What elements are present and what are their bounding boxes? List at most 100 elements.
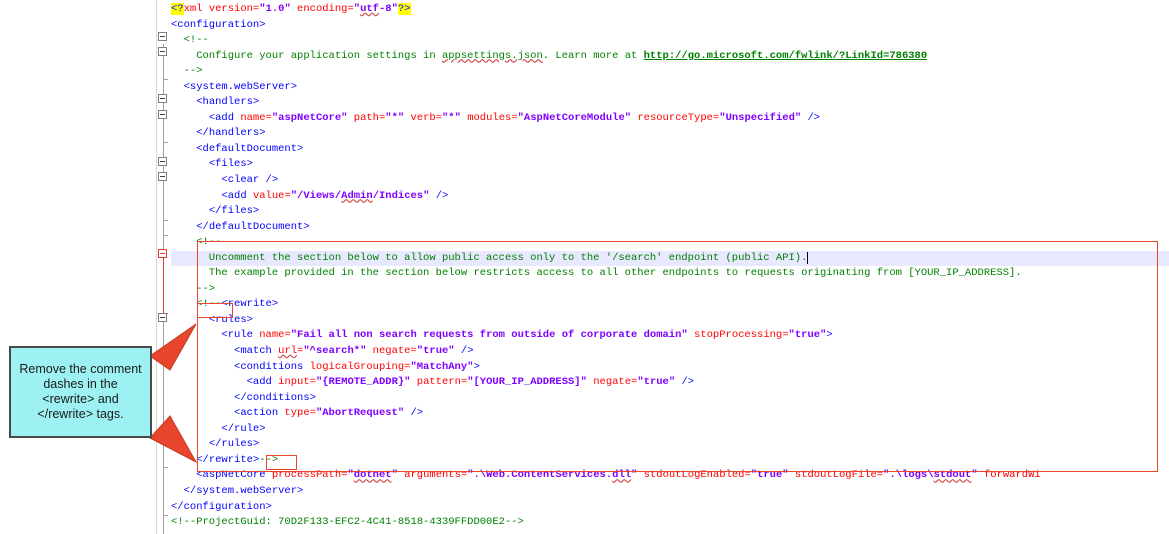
code-line: <configuration> (171, 18, 1169, 34)
comment-dashes-open: <!-- (196, 298, 222, 311)
fold-minus-icon[interactable] (158, 94, 167, 103)
xml-editor[interactable]: <?xml version="1.0" encoding="utf-8"?> <… (156, 0, 1169, 534)
xml-comment: <!--ProjectGuid: 70D2F133-EFC2-4C41-8518… (171, 516, 524, 529)
spellcheck-word: stdout (933, 469, 972, 482)
fold-minus-icon[interactable] (158, 313, 167, 322)
code-line: </conditions> (171, 391, 1169, 407)
fold-minus-icon[interactable] (158, 47, 167, 56)
attribute-name: resourceType= (631, 111, 720, 124)
code-line: <add name="aspNetCore" path="*" verb="*"… (171, 111, 1169, 127)
xml-comment: --> (171, 65, 203, 78)
spellcheck-word: dotnet (353, 469, 392, 482)
attribute-value: -8" (378, 3, 398, 15)
code-lines[interactable]: <?xml version="1.0" encoding="utf-8"?> <… (171, 2, 1169, 531)
attribute-name: stdoutLogFile= (788, 469, 884, 482)
attribute-name: arguments= (397, 469, 468, 482)
attribute-value: "true" (637, 376, 676, 389)
comment-hyperlink[interactable]: http://go.microsoft.com/fwlink/?LinkId=7… (644, 50, 928, 62)
current-line: Uncomment the section below to allow pub… (171, 250, 1169, 267)
code-line: <system.webServer> (171, 80, 1169, 96)
xml-declaration-open: <? (171, 3, 184, 15)
attribute-name: verb= (404, 111, 442, 124)
attribute-value: "/Views/ (290, 189, 342, 202)
xml-tag: </configuration> (171, 500, 272, 513)
attribute-value: "*" (442, 111, 461, 124)
code-line: <conditions logicalGrouping="MatchAny"> (171, 360, 1169, 376)
xml-tag: > (826, 329, 833, 342)
code-line: <handlers> (171, 95, 1169, 111)
code-line: --> (171, 64, 1169, 80)
xml-tag: /> (675, 376, 695, 389)
attribute-name: pattern= (410, 376, 468, 389)
xml-comment: The example provided in the section belo… (171, 267, 1022, 280)
fold-minus-icon[interactable] (158, 249, 167, 258)
code-line: </handlers> (171, 126, 1169, 142)
code-line: </system.webServer> (171, 484, 1169, 500)
code-line: <match url="^search*" negate="true" /> (171, 344, 1169, 360)
fold-end-tick (163, 79, 168, 80)
code-line: <rule name="Fail all non search requests… (171, 328, 1169, 344)
xml-tag: <match (234, 345, 272, 358)
fold-end-tick (163, 142, 168, 143)
attribute-name: type= (278, 407, 316, 420)
xml-tag: </defaultDocument> (196, 220, 310, 233)
code-line: <rules> (171, 313, 1169, 329)
attribute-value: "true" (788, 329, 827, 342)
attribute-name: forwardWi (977, 469, 1041, 482)
attribute-name: path= (347, 111, 386, 124)
code-line: </rule> (171, 422, 1169, 438)
text-caret (807, 251, 809, 264)
code-line: <action type="AbortRequest" /> (171, 406, 1169, 422)
fold-end-tick (163, 467, 168, 468)
fold-guide-line-current (163, 258, 164, 314)
spellcheck-word: dll (612, 469, 632, 482)
fold-minus-icon[interactable] (158, 32, 167, 41)
attribute-value: "AspNetCoreModule" (517, 111, 632, 124)
xml-tag: <clear /> (221, 174, 279, 187)
fold-minus-icon[interactable] (158, 172, 167, 181)
code-line: </rules> (171, 437, 1169, 453)
xml-tag: <add (208, 111, 235, 124)
rewrite-open-tag: <rewrite> (221, 298, 279, 311)
xml-tag: </conditions> (234, 391, 316, 404)
code-line: <defaultDocument> (171, 142, 1169, 158)
xml-tag: <configuration> (171, 18, 266, 31)
attribute-value: "Fail all non search requests from outsi… (290, 329, 688, 342)
fold-minus-icon[interactable] (158, 157, 167, 166)
fold-minus-icon[interactable] (158, 110, 167, 119)
xml-tag: </files> (208, 205, 260, 218)
xml-comment: . Learn more at (542, 49, 644, 62)
attribute-value: "aspNetCore" (271, 111, 348, 124)
xml-comment: <!-- (196, 236, 222, 249)
attribute-value: "{REMOTE_ADDR}" (315, 376, 411, 389)
spellcheck-word: Admin (341, 189, 373, 202)
fold-end-tick (163, 220, 168, 221)
attribute-value: "MatchAny" (410, 360, 474, 373)
attribute-value: "true" (416, 345, 455, 358)
code-line: <clear /> (171, 173, 1169, 189)
attribute-value: ".\logs\ (883, 469, 934, 482)
xml-tag: <rules> (208, 313, 253, 326)
fold-end-tick (163, 235, 168, 236)
attribute-name: name= (234, 111, 272, 124)
xml-tag: </rule> (221, 422, 266, 435)
attribute-value: ".\Web.ContentServices. (467, 469, 613, 482)
code-line: --> (171, 282, 1169, 298)
